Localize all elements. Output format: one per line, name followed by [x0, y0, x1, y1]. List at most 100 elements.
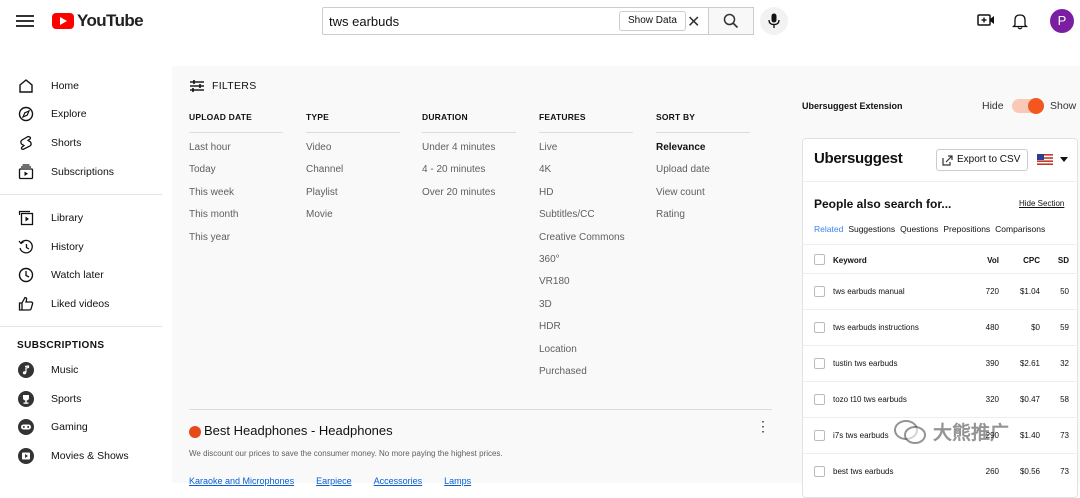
row-checkbox[interactable] — [814, 394, 825, 405]
filter-option[interactable]: HD — [539, 186, 633, 208]
sd-cell: 59 — [1060, 323, 1069, 332]
sidebar-item-sports[interactable]: Sports — [0, 385, 162, 413]
filter-option[interactable]: Upload date — [656, 163, 750, 185]
sidebar-item-library[interactable]: Library — [0, 204, 162, 232]
filter-option[interactable]: Live — [539, 141, 633, 163]
keyword-cell[interactable]: tozo t10 tws earbuds — [833, 395, 907, 404]
export-csv-button[interactable]: Export to CSV — [936, 149, 1028, 171]
filter-option[interactable]: Creative Commons — [539, 231, 633, 253]
chevron-down-icon[interactable] — [1060, 157, 1068, 162]
ad-title[interactable]: Best Headphones - Headphones — [204, 423, 393, 438]
filter-option[interactable]: View count — [656, 186, 750, 208]
music-icon — [18, 362, 34, 378]
column-header-cpc[interactable]: CPC — [1008, 256, 1040, 265]
tab-prepositions[interactable]: Prepositions — [943, 224, 990, 234]
filter-heading: TYPE — [306, 112, 400, 133]
notifications-bell-icon[interactable] — [1011, 12, 1032, 32]
search-results-area: FILTERS UPLOAD DATE Last hour Today This… — [172, 66, 792, 486]
sidebar-item-home[interactable]: Home — [0, 72, 162, 100]
filter-option[interactable]: 360° — [539, 253, 633, 275]
ad-sitelink[interactable]: Karaoke and Microphones — [189, 476, 294, 486]
filter-option[interactable]: Under 4 minutes — [422, 141, 516, 163]
table-row: tws earbuds instructions 480 $0 59 — [803, 310, 1079, 346]
filter-option[interactable]: Last hour — [189, 141, 283, 163]
tab-comparisons[interactable]: Comparisons — [995, 224, 1045, 234]
filter-option[interactable]: Playlist — [306, 186, 400, 208]
filters-title: FILTERS — [212, 80, 257, 92]
row-checkbox[interactable] — [814, 286, 825, 297]
column-header-vol[interactable]: Vol — [969, 256, 999, 265]
search-box[interactable]: tws earbuds Show Data ✕ — [322, 7, 708, 35]
filter-option[interactable]: HDR — [539, 320, 633, 342]
keyword-cell[interactable]: tws earbuds manual — [833, 287, 905, 296]
row-checkbox[interactable] — [814, 430, 825, 441]
row-checkbox[interactable] — [814, 466, 825, 477]
hide-section-link[interactable]: Hide Section — [1019, 199, 1064, 208]
youtube-logo[interactable]: YouTube — [52, 11, 144, 31]
keyword-cell[interactable]: i7s tws earbuds — [833, 431, 889, 440]
sidebar-item-history[interactable]: History — [0, 233, 162, 261]
filter-option[interactable]: Movie — [306, 208, 400, 230]
filter-option[interactable]: Location — [539, 343, 633, 365]
column-header-keyword[interactable]: Keyword — [833, 256, 867, 265]
tab-suggestions[interactable]: Suggestions — [848, 224, 895, 234]
filter-option[interactable]: 4 - 20 minutes — [422, 163, 516, 185]
search-icon — [723, 13, 739, 29]
search-button[interactable] — [708, 7, 754, 35]
sidebar-item-shorts[interactable]: Shorts — [0, 129, 162, 157]
sidebar: Home Explore Shorts Subscriptions Librar… — [0, 66, 172, 483]
ad-sitelink[interactable]: Lamps — [444, 476, 471, 486]
filters-icon — [190, 80, 204, 92]
filter-option[interactable]: This month — [189, 208, 283, 230]
sidebar-item-subscriptions[interactable]: Subscriptions — [0, 158, 162, 186]
clear-search-icon[interactable]: ✕ — [687, 12, 700, 32]
sidebar-item-explore[interactable]: Explore — [0, 100, 162, 128]
watermark-text: 大熊推广 — [933, 423, 1010, 444]
keyword-cell[interactable]: tustin tws earbuds — [833, 359, 897, 368]
select-all-checkbox[interactable] — [814, 254, 825, 265]
row-checkbox[interactable] — [814, 322, 825, 333]
filter-option[interactable]: Rating — [656, 208, 750, 230]
microphone-icon — [768, 13, 780, 28]
more-options-icon[interactable]: ⋮ — [756, 419, 770, 433]
shorts-icon — [20, 135, 32, 151]
filter-option[interactable]: Over 20 minutes — [422, 186, 516, 208]
column-header-sd[interactable]: SD — [1047, 256, 1069, 265]
filters-toggle[interactable]: FILTERS — [190, 80, 257, 92]
show-hide-toggle[interactable] — [1012, 98, 1044, 114]
voice-search-button[interactable] — [760, 7, 788, 35]
sidebar-item-movies-shows[interactable]: Movies & Shows — [0, 442, 162, 470]
vol-cell: 320 — [985, 395, 999, 404]
filter-option[interactable]: Purchased — [539, 365, 633, 387]
filter-option[interactable]: VR180 — [539, 275, 633, 297]
filter-option[interactable]: This week — [189, 186, 283, 208]
filter-option[interactable]: This year — [189, 231, 283, 253]
filter-option[interactable]: Channel — [306, 163, 400, 185]
filter-option[interactable]: 3D — [539, 298, 633, 320]
filter-option[interactable]: 4K — [539, 163, 633, 185]
account-avatar[interactable]: P — [1050, 9, 1074, 33]
keyword-cell[interactable]: tws earbuds instructions — [833, 323, 919, 332]
sd-cell: 32 — [1060, 359, 1069, 368]
ad-sitelink[interactable]: Earpiece — [316, 476, 352, 486]
sidebar-item-music[interactable]: Music — [0, 356, 162, 384]
show-data-button[interactable]: Show Data — [619, 11, 686, 31]
row-checkbox[interactable] — [814, 358, 825, 369]
filter-option[interactable]: Video — [306, 141, 400, 163]
tab-questions[interactable]: Questions — [900, 224, 938, 234]
filter-option[interactable]: Today — [189, 163, 283, 185]
us-flag-icon[interactable] — [1037, 154, 1053, 165]
tab-related[interactable]: Related — [814, 224, 843, 234]
filter-option-selected[interactable]: Relevance — [656, 141, 750, 163]
library-icon — [18, 210, 34, 226]
hide-label: Hide — [982, 100, 1004, 112]
keyword-cell[interactable]: best tws earbuds — [833, 467, 893, 476]
ad-sitelink[interactable]: Accessories — [374, 476, 423, 486]
search-input[interactable]: tws earbuds — [329, 14, 399, 29]
create-video-icon[interactable] — [977, 12, 997, 32]
sidebar-item-gaming[interactable]: Gaming — [0, 413, 162, 441]
menu-icon[interactable] — [16, 12, 34, 30]
sidebar-item-watch-later[interactable]: Watch later — [0, 261, 162, 289]
filter-option[interactable]: Subtitles/CC — [539, 208, 633, 230]
sidebar-item-liked-videos[interactable]: Liked videos — [0, 290, 162, 318]
